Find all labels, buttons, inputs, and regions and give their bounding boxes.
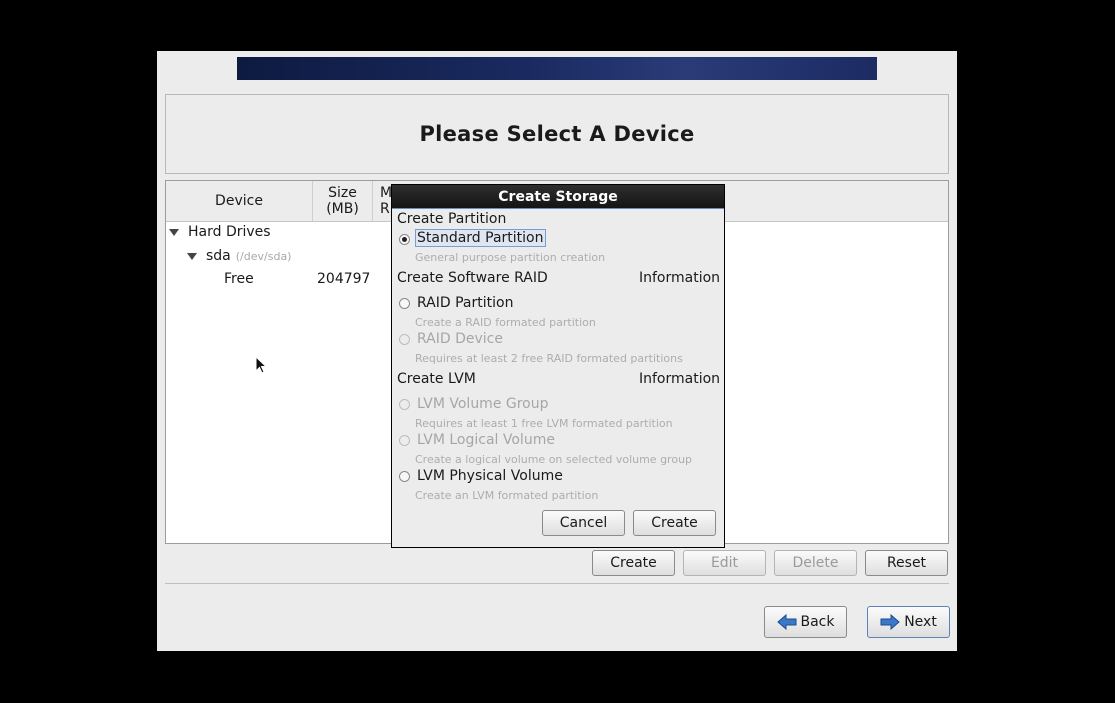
section-create-lvm: Create LVM xyxy=(397,371,476,387)
reset-button[interactable]: Reset xyxy=(865,550,948,576)
next-button[interactable]: Next xyxy=(867,606,950,638)
disk-path: (/dev/sda) xyxy=(235,249,292,263)
section-software-raid: Create Software RAID xyxy=(397,270,548,286)
tree-row-free[interactable]: Free xyxy=(224,269,254,289)
next-arrow-icon xyxy=(880,614,900,630)
column-size-label: Size xyxy=(328,185,357,201)
create-button[interactable]: Create xyxy=(592,550,675,576)
back-button-label: Back xyxy=(800,614,835,630)
lvm-logical-volume-desc: Create a logical volume on selected volu… xyxy=(415,453,693,466)
edit-button-label: Edit xyxy=(710,555,739,571)
create-storage-dialog: Create Storage Create Partition Standard… xyxy=(391,184,725,548)
lvm-volume-group-radio[interactable] xyxy=(399,399,410,410)
standard-partition-desc: General purpose partition creation xyxy=(415,251,606,264)
column-device[interactable]: Device xyxy=(166,181,313,221)
back-arrow-icon xyxy=(776,614,796,630)
lvm-volume-group-desc: Requires at least 1 free LVM formated pa… xyxy=(415,417,673,430)
divider xyxy=(165,583,949,584)
dialog-create-label: Create xyxy=(651,515,698,531)
create-button-label: Create xyxy=(610,555,657,571)
column-size[interactable]: Size (MB) xyxy=(313,181,373,221)
expander-down-icon[interactable] xyxy=(169,228,179,236)
raid-device-radio[interactable] xyxy=(399,334,410,345)
tree-row-hard-drives[interactable]: Hard Drives xyxy=(169,222,271,242)
raid-partition-option[interactable]: RAID Partition xyxy=(417,295,513,311)
tree-row-sda[interactable]: sda (/dev/sda) xyxy=(187,246,291,266)
page-title: Please Select A Device xyxy=(419,122,695,146)
tree-row-label: Hard Drives xyxy=(188,224,271,240)
free-size-cell: 204797 xyxy=(317,269,370,289)
section-create-partition: Create Partition xyxy=(397,211,507,227)
delete-button-label: Delete xyxy=(792,555,839,571)
standard-partition-radio[interactable] xyxy=(399,234,410,245)
lvm-physical-volume-radio[interactable] xyxy=(399,471,410,482)
tree-row-label: Free xyxy=(224,271,254,287)
column-device-label: Device xyxy=(215,193,263,209)
lvm-logical-volume-option[interactable]: LVM Logical Volume xyxy=(417,432,555,448)
raid-device-option[interactable]: RAID Device xyxy=(417,331,503,347)
page-title-box: Please Select A Device xyxy=(165,94,949,174)
next-button-label: Next xyxy=(904,614,937,630)
dialog-title[interactable]: Create Storage xyxy=(392,185,724,209)
lvm-logical-volume-radio[interactable] xyxy=(399,435,410,446)
edit-button[interactable]: Edit xyxy=(683,550,766,576)
dialog-create-button[interactable]: Create xyxy=(633,510,716,536)
expander-down-icon[interactable] xyxy=(187,252,197,260)
raid-device-desc: Requires at least 2 free RAID formated p… xyxy=(415,352,683,365)
standard-partition-option[interactable]: Standard Partition xyxy=(415,229,546,247)
column-size-unit: (MB) xyxy=(326,201,359,217)
tree-row-label: sda xyxy=(206,248,231,264)
raid-partition-radio[interactable] xyxy=(399,298,410,309)
lvm-information-link[interactable]: Information xyxy=(639,371,720,387)
back-button[interactable]: Back xyxy=(764,606,847,638)
raid-information-link[interactable]: Information xyxy=(639,270,720,286)
dialog-cancel-button[interactable]: Cancel xyxy=(542,510,625,536)
reset-button-label: Reset xyxy=(886,555,927,571)
delete-button[interactable]: Delete xyxy=(774,550,857,576)
lvm-physical-volume-option[interactable]: LVM Physical Volume xyxy=(417,468,563,484)
lvm-volume-group-option[interactable]: LVM Volume Group xyxy=(417,396,549,412)
mouse-cursor-icon xyxy=(255,356,267,374)
free-size-value: 204797 xyxy=(317,271,371,287)
dialog-cancel-label: Cancel xyxy=(559,515,608,531)
header-banner xyxy=(237,57,877,80)
raid-partition-desc: Create a RAID formated partition xyxy=(415,316,596,329)
lvm-physical-volume-desc: Create an LVM formated partition xyxy=(415,489,599,502)
